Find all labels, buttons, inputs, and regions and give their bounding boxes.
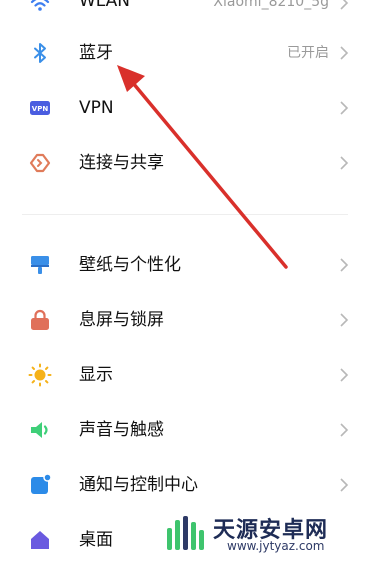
chevron-right-icon (340, 46, 349, 60)
chevron-right-icon (340, 368, 349, 382)
vpn-icon: VPN (30, 101, 50, 115)
wifi-icon (30, 0, 50, 11)
settings-row-label: 壁纸与个性化 (79, 255, 181, 275)
section-divider (22, 214, 348, 215)
settings-row-value: 已开启 (287, 45, 329, 61)
notification-icon (31, 473, 52, 494)
settings-row-label: 桌面 (79, 530, 113, 550)
chevron-right-icon (340, 101, 349, 115)
chevron-right-icon (340, 258, 349, 272)
home-icon (31, 531, 49, 549)
connection-share-icon (29, 153, 51, 173)
settings-row-vpn[interactable]: VPN VPN (0, 81, 369, 135)
chevron-right-icon (340, 478, 349, 492)
settings-row-bluetooth[interactable]: 蓝牙 已开启 (0, 26, 369, 80)
settings-row-value: Xiaomi_8210_5g (213, 0, 329, 10)
watermark-url: www.jytyaz.com (227, 539, 325, 553)
settings-row-label: 蓝牙 (79, 43, 113, 63)
settings-row-label: VPN (79, 98, 114, 118)
settings-row-label: 连接与共享 (79, 153, 164, 173)
settings-row-display[interactable]: 显示 (0, 348, 369, 402)
speaker-icon (31, 422, 48, 438)
settings-row-label: 息屏与锁屏 (79, 310, 164, 330)
bluetooth-icon (34, 43, 46, 63)
chevron-right-icon (340, 156, 349, 170)
watermark: 天源安卓网 www.jytyaz.com (163, 512, 359, 556)
chevron-right-icon (340, 423, 349, 437)
chevron-right-icon (340, 313, 349, 327)
settings-row-label: 声音与触感 (79, 420, 164, 440)
chevron-right-icon (340, 0, 349, 10)
settings-row-label: 通知与控制中心 (79, 475, 198, 495)
svg-text:VPN: VPN (32, 105, 49, 113)
settings-row-connection-share[interactable]: 连接与共享 (0, 136, 369, 190)
settings-row-lock-screen[interactable]: 息屏与锁屏 (0, 293, 369, 347)
lock-icon (31, 309, 49, 330)
wallpaper-icon (31, 256, 49, 274)
settings-row-label: WLAN (79, 0, 131, 11)
sun-icon (28, 363, 52, 387)
settings-row-wallpaper[interactable]: 壁纸与个性化 (0, 238, 369, 292)
watermark-logo-icon (167, 516, 204, 550)
settings-row-label: 显示 (79, 365, 113, 385)
settings-row-notifications[interactable]: 通知与控制中心 (0, 458, 369, 512)
settings-row-sound[interactable]: 声音与触感 (0, 403, 369, 457)
